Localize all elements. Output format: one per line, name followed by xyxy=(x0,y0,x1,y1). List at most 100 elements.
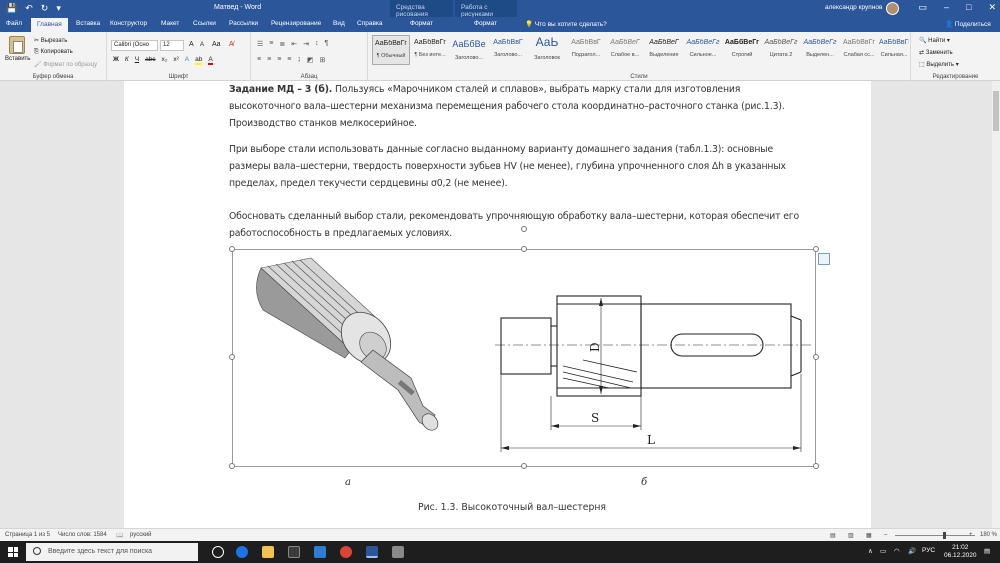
shrink-font-icon[interactable]: A xyxy=(200,42,204,48)
superscript-icon[interactable]: x² xyxy=(173,56,178,65)
align-right-icon[interactable]: ≡ xyxy=(277,56,281,64)
paint-icon[interactable] xyxy=(392,546,404,558)
network-icon[interactable]: ◠ xyxy=(894,547,900,555)
underline-icon[interactable]: Ч xyxy=(135,56,139,65)
font-color-icon[interactable]: A xyxy=(208,56,213,65)
avatar[interactable] xyxy=(886,2,899,15)
edge-icon[interactable] xyxy=(236,546,248,558)
tab-review[interactable]: Рецензирование xyxy=(271,20,321,27)
taskbar-search[interactable]: Введите здесь текст для поиска xyxy=(26,543,198,561)
paste-button[interactable]: Вставить xyxy=(5,56,30,62)
task-view-icon[interactable] xyxy=(212,546,224,558)
zoom-level[interactable]: 180 % xyxy=(980,532,997,538)
justify-icon[interactable]: ≡ xyxy=(287,56,291,64)
close-icon[interactable]: ✕ xyxy=(988,2,996,13)
style-heading-2[interactable]: АаБбВвГ Заголово... xyxy=(489,35,527,65)
tell-me-search[interactable]: 💡 Что вы хотите сделать? xyxy=(525,20,607,28)
style-no-spacing[interactable]: АаБбВвГг ¶ Без инте... xyxy=(411,35,449,65)
word-icon[interactable] xyxy=(366,546,378,558)
vertical-scrollbar[interactable] xyxy=(992,81,1000,528)
focus-mode-icon[interactable]: ▤ xyxy=(830,532,836,539)
shading-icon[interactable]: ◩ xyxy=(307,56,314,64)
clock[interactable]: 21:02 06.12.2020 xyxy=(944,544,977,560)
style-intense-reference[interactable]: АаБбВвГг Сильная... xyxy=(879,35,909,65)
document-page[interactable]: Задание МД – 3 (б). Пользуясь «Марочнико… xyxy=(124,81,871,528)
increase-indent-icon[interactable]: ⇥ xyxy=(303,40,309,48)
file-explorer-icon[interactable] xyxy=(262,546,274,558)
resize-handle-tr[interactable] xyxy=(813,246,819,252)
cut-button[interactable]: ✂ Вырезать xyxy=(34,37,67,44)
clear-format-icon[interactable]: A̸ xyxy=(229,41,234,48)
italic-icon[interactable]: К xyxy=(125,56,129,65)
input-language[interactable]: РУС xyxy=(922,547,935,554)
pilcrow-icon[interactable]: ¶ xyxy=(325,40,329,48)
layout-options-icon[interactable] xyxy=(818,253,830,265)
battery-icon[interactable]: ▭ xyxy=(880,547,886,555)
tab-format-picture[interactable]: Формат xyxy=(474,20,497,27)
select-button[interactable]: ⬚ Выделить ▾ xyxy=(919,61,959,68)
start-icon[interactable] xyxy=(8,547,18,557)
scrollbar-thumb[interactable] xyxy=(993,91,999,131)
subscript-icon[interactable]: x₂ xyxy=(162,56,168,65)
tab-layout[interactable]: Макет xyxy=(161,20,179,27)
ribbon-display-icon[interactable]: ▭ xyxy=(918,2,927,13)
paragraph-task[interactable]: Задание МД – 3 (б). Пользуясь «Марочнико… xyxy=(229,81,814,132)
share-button[interactable]: 👤 Поделиться xyxy=(945,20,991,28)
tab-mailings[interactable]: Рассылки xyxy=(229,20,258,27)
user-name[interactable]: александр крупнов xyxy=(825,4,882,11)
resize-handle-tl[interactable] xyxy=(229,246,235,252)
tab-view[interactable]: Вид xyxy=(333,20,345,27)
borders-icon[interactable]: ⊞ xyxy=(320,56,326,64)
highlight-icon[interactable]: ab xyxy=(195,56,203,65)
style-quote-2[interactable]: АаБбВеГг Цитата 2 xyxy=(762,35,800,65)
resize-handle-tm[interactable] xyxy=(521,246,527,252)
word-count[interactable]: Число слов: 1584 xyxy=(58,532,107,538)
style-strong[interactable]: АаБбВеГг Строгий xyxy=(723,35,761,65)
tab-file[interactable]: Файл xyxy=(6,20,22,27)
bullets-icon[interactable]: ☰ xyxy=(257,40,263,48)
style-subtitle[interactable]: АаБбВвГ Подзагол... xyxy=(567,35,605,65)
tab-insert[interactable]: Вставка xyxy=(76,20,100,27)
tab-home[interactable]: Главная xyxy=(31,18,68,32)
style-heading-1[interactable]: АаБбВе Заголово... xyxy=(450,35,488,65)
format-painter-button[interactable]: 🖌 Формат по образцу xyxy=(34,61,97,68)
read-mode-icon[interactable]: ▥ xyxy=(848,532,854,539)
strikethrough-icon[interactable]: abc xyxy=(145,56,155,65)
store-icon[interactable] xyxy=(288,546,300,558)
replace-button[interactable]: ⇄ Заменить xyxy=(919,49,953,56)
notifications-icon[interactable]: ▤ xyxy=(984,547,990,555)
tab-references[interactable]: Ссылки xyxy=(193,20,216,27)
paragraph-choice[interactable]: При выборе стали использовать данные сог… xyxy=(229,141,814,192)
style-subtle-emphasis[interactable]: АаБбВеГ Слабое в... xyxy=(606,35,644,65)
text-effects-icon[interactable]: A xyxy=(185,56,189,65)
zoom-out-icon[interactable]: – xyxy=(884,532,887,538)
tray-chevron-icon[interactable]: ∧ xyxy=(868,547,873,555)
paste-icon[interactable] xyxy=(9,36,25,54)
chrome-icon[interactable] xyxy=(340,546,352,558)
sort-icon[interactable]: ↕ xyxy=(315,40,319,48)
find-button[interactable]: 🔍 Найти ▾ xyxy=(919,37,950,44)
resize-handle-mr[interactable] xyxy=(813,354,819,360)
rotate-handle[interactable] xyxy=(521,226,527,232)
proofing-icon[interactable]: 📖 xyxy=(116,532,123,539)
resize-handle-br[interactable] xyxy=(813,463,819,469)
zoom-slider[interactable] xyxy=(895,535,975,536)
language[interactable]: русский xyxy=(130,532,152,538)
decrease-indent-icon[interactable]: ⇤ xyxy=(291,40,297,48)
style-intense-emphasis[interactable]: АаБбВеГг Сильное... xyxy=(684,35,722,65)
mail-icon[interactable] xyxy=(314,546,326,558)
resize-handle-bm[interactable] xyxy=(521,463,527,469)
change-case-icon[interactable]: Aa xyxy=(212,41,221,48)
style-subtle-reference[interactable]: АаБбВвГг Слабая сс... xyxy=(840,35,878,65)
print-layout-icon[interactable]: ▦ xyxy=(866,532,872,539)
style-intense-quote[interactable]: АаБбВеГг Выделен... xyxy=(801,35,839,65)
style-normal[interactable]: АаБбВвГг ¶ Обычный xyxy=(372,35,410,65)
volume-icon[interactable]: 🔊 xyxy=(908,547,916,555)
bold-icon[interactable]: Ж xyxy=(113,56,119,65)
minimize-icon[interactable]: – xyxy=(944,2,949,13)
multilevel-icon[interactable]: ≣ xyxy=(279,40,285,48)
align-center-icon[interactable]: ≡ xyxy=(267,56,271,64)
resize-handle-ml[interactable] xyxy=(229,354,235,360)
document-area[interactable]: Задание МД – 3 (б). Пользуясь «Марочнико… xyxy=(0,81,992,528)
zoom-slider-thumb[interactable] xyxy=(943,532,946,539)
